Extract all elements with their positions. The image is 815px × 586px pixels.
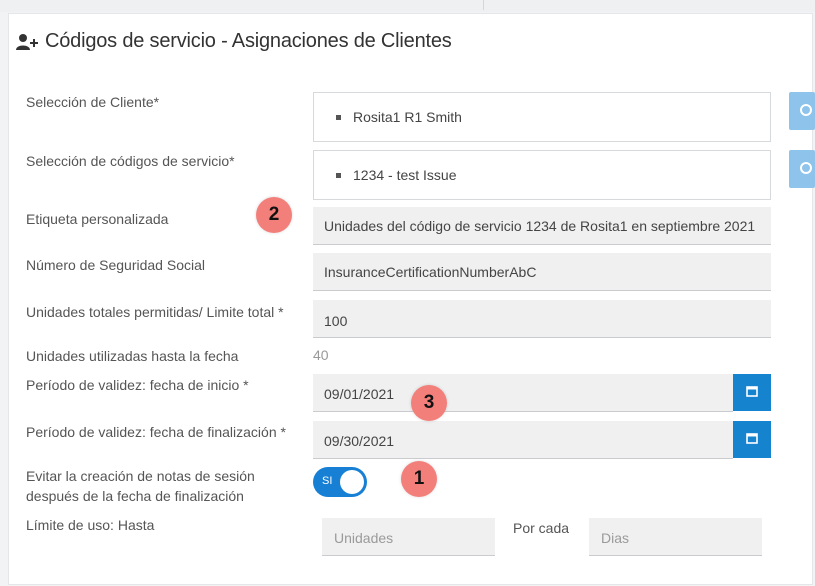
add-service-code-button[interactable] [789,150,815,188]
plus-circle-icon [800,104,812,116]
used-units-value: 40 [313,347,329,363]
prevent-notes-label-line1: Evitar la creación de notas de sesión [26,468,255,484]
service-codes-box[interactable]: 1234 - test Issue [313,150,771,200]
end-date-input[interactable]: 09/30/2021 [313,421,733,459]
start-date-label: Período de validez: fecha de inicio * [26,377,249,393]
service-code-item: 1234 - test Issue [336,167,457,183]
page-title: Códigos de servicio - Asignaciones de Cl… [16,30,452,53]
top-strip [0,0,815,12]
client-selection-item: Rosita1 R1 Smith [336,109,462,125]
total-units-input[interactable]: 100 [313,300,771,338]
client-selection-box[interactable]: Rosita1 R1 Smith [313,92,771,142]
client-selection-label: Selección de Cliente* [26,94,160,110]
annotation-badge-1: 1 [401,461,437,497]
ssn-input[interactable]: InsuranceCertificationNumberAbC [313,253,771,291]
start-date-calendar-button[interactable] [733,374,771,411]
toggle-text: SI [322,475,333,487]
end-date-calendar-button[interactable] [733,421,771,458]
add-user-icon [16,33,38,51]
annotation-badge-3: 3 [411,385,447,421]
start-date-input[interactable]: 09/01/2021 [313,374,733,412]
used-units-label: Unidades utilizadas hasta la fecha [26,348,239,364]
per-label: Por cada [513,520,570,536]
end-date-label: Período de validez: fecha de finalizació… [26,424,286,440]
add-client-button[interactable] [789,92,815,130]
prevent-notes-label-line2: después de la fecha de finalización [26,488,244,504]
custom-label-input[interactable]: Unidades del código de servicio 1234 de … [313,207,771,245]
calendar-icon [746,384,758,402]
usage-limit-label: Límite de uso: Hasta [26,517,155,533]
total-units-label: Unidades totales permitidas/ Limite tota… [26,304,284,320]
divider [483,0,484,10]
page-title-text: Códigos de servicio - Asignaciones de Cl… [45,30,452,52]
ssn-label: Número de Seguridad Social [26,257,205,273]
calendar-icon [746,431,758,449]
prevent-notes-toggle[interactable]: SI [313,467,367,497]
toggle-knob [340,470,364,494]
usage-period-input[interactable]: Dias [589,518,762,556]
annotation-badge-2: 2 [256,197,292,233]
custom-label-label: Etiqueta personalizada [26,211,169,227]
service-codes-label: Selección de códigos de servicio* [26,153,235,169]
plus-circle-icon [800,162,812,174]
usage-units-input[interactable]: Unidades [322,518,495,556]
